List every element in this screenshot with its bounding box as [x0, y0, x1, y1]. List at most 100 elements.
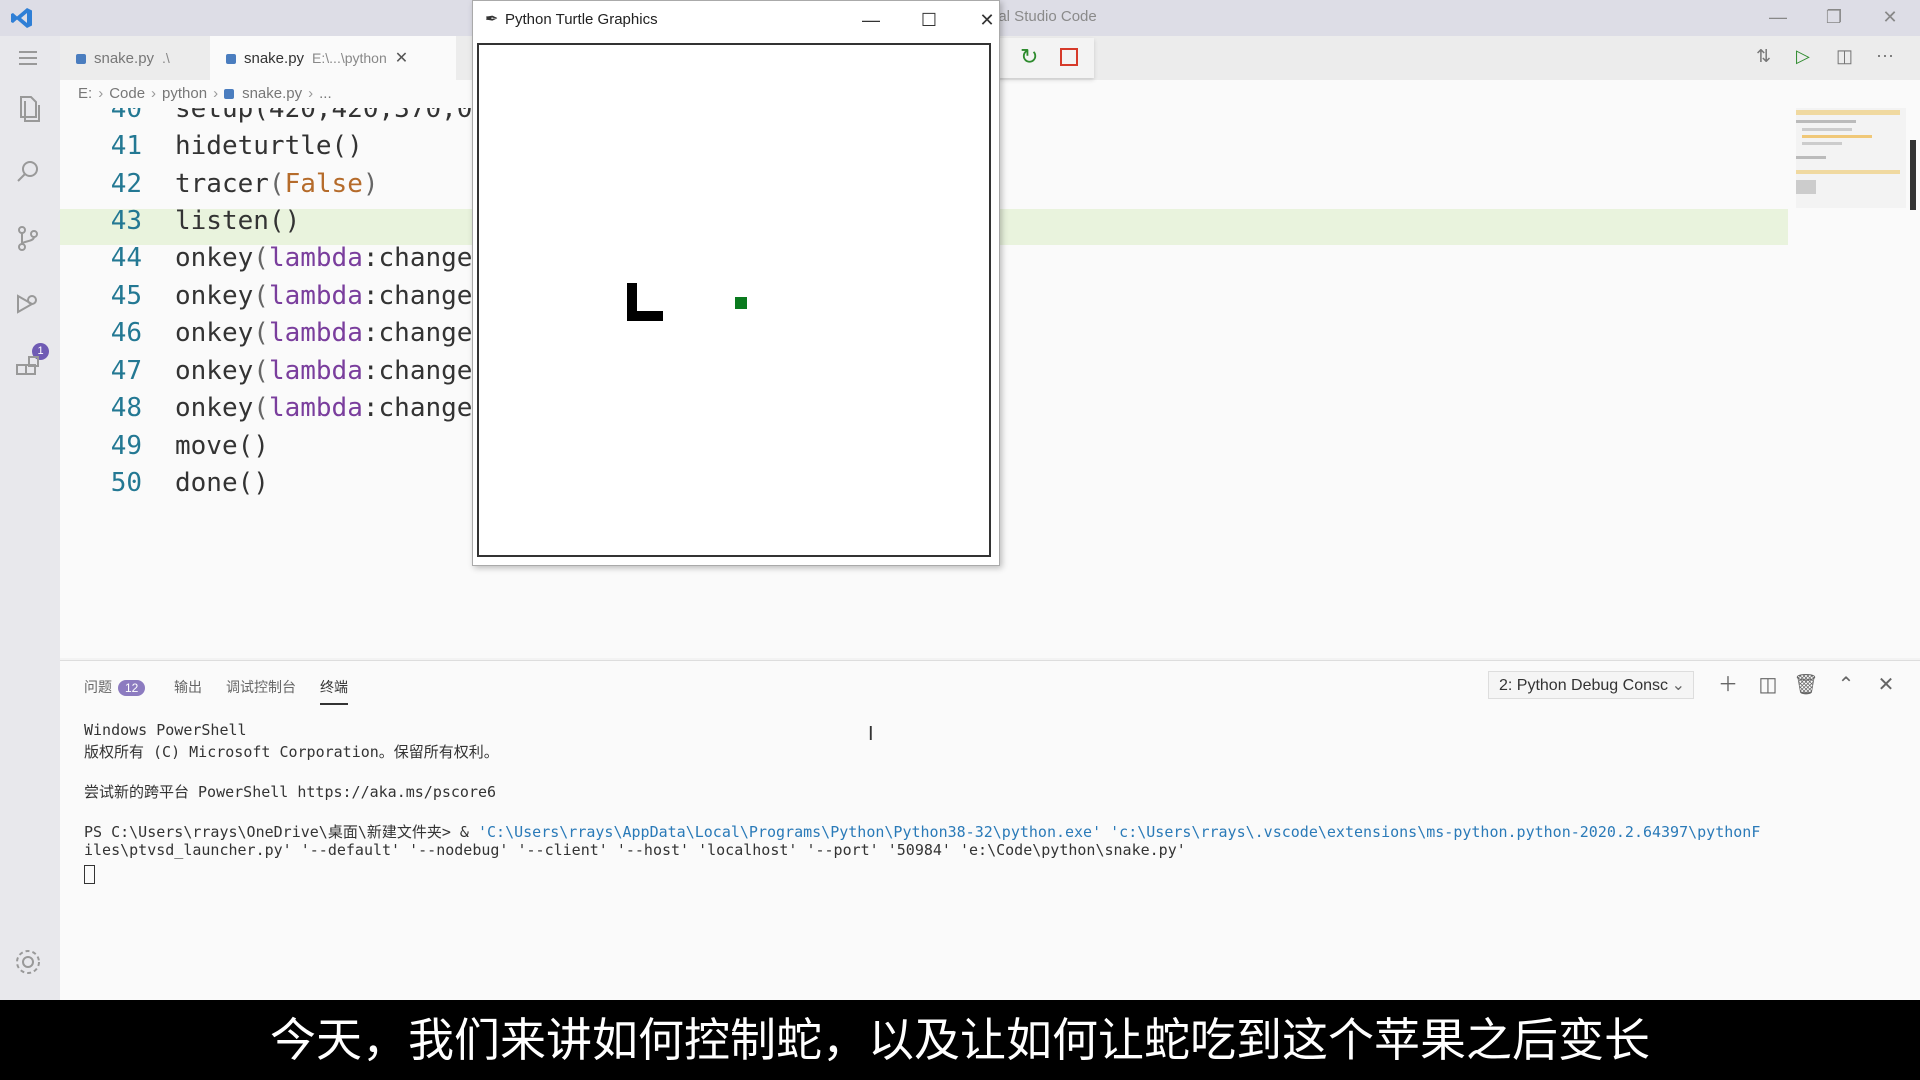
minimap[interactable] — [1796, 108, 1906, 208]
terminal-select[interactable]: 2: Python Debug Consc ⌄ — [1488, 671, 1694, 699]
code-text: :change( — [362, 393, 489, 423]
tab-terminal[interactable]: 终端 — [320, 677, 348, 705]
scrollbar[interactable] — [1910, 140, 1916, 210]
turtle-minimize-button[interactable]: — — [851, 5, 891, 35]
code-keyword: lambda — [268, 356, 363, 386]
code-fn: onkey — [175, 318, 254, 348]
debug-toolbar: ↻ — [998, 38, 1094, 78]
video-subtitle: 今天，我们来讲如何控制蛇，以及让如何让蛇吃到这个苹果之后变长 — [0, 1000, 1920, 1080]
open-changes-icon[interactable]: ⇅ — [1756, 46, 1786, 76]
breadcrumb-drive[interactable]: E: — [60, 80, 92, 108]
more-actions-icon[interactable]: ⋯ — [1876, 46, 1906, 76]
code-text: move() — [175, 431, 269, 461]
code-line[interactable]: 43 listen() — [60, 203, 301, 240]
code-line[interactable]: 47 onkey(lambda:change( — [60, 353, 488, 390]
code-line[interactable]: 48 onkey(lambda:change( — [60, 390, 488, 427]
terminal-command-line: PS C:\Users\rrays\OneDrive\桌面\新建文件夹> & '… — [84, 821, 1760, 842]
extensions-icon[interactable] — [12, 352, 48, 388]
tab-problems-label: 问题 — [84, 679, 112, 695]
menu-icon[interactable] — [12, 42, 48, 78]
kill-terminal-icon[interactable]: 🗑 — [1792, 671, 1820, 699]
line-number: 40 — [110, 108, 142, 124]
activity-bar: 1 — [0, 36, 60, 1000]
run-file-icon[interactable]: ▷ — [1796, 46, 1826, 76]
close-panel-icon[interactable]: ✕ — [1872, 671, 1900, 699]
stop-icon[interactable] — [1060, 48, 1078, 66]
chevron-down-icon: ⌄ — [1671, 677, 1685, 694]
python-file-icon — [76, 54, 86, 65]
chevron-right-icon: › — [213, 85, 219, 102]
turtle-graphics-window[interactable]: ✒ Python Turtle Graphics — ☐ ✕ — [472, 0, 1000, 566]
code-line[interactable]: 42 tracer(False) — [60, 166, 379, 203]
code-text: setup(420,420,370,0) — [175, 108, 489, 124]
minimize-window-button[interactable]: — — [1750, 0, 1806, 36]
tab-output[interactable]: 输出 — [174, 677, 202, 697]
chevron-right-icon: › — [98, 85, 104, 102]
code-keyword: lambda — [268, 393, 363, 423]
code-constant: False — [284, 169, 363, 199]
code-text: done() — [175, 468, 269, 498]
code-fn: onkey — [175, 393, 254, 423]
split-terminal-icon[interactable]: ◫ — [1754, 671, 1782, 699]
code-line[interactable]: 49 move() — [60, 428, 269, 465]
code-text: :change( — [362, 281, 489, 311]
breadcrumb-code[interactable]: Code — [109, 80, 145, 108]
code-keyword: lambda — [268, 318, 363, 348]
turtle-canvas[interactable] — [477, 43, 991, 557]
terminal-line: 版权所有 (C) Microsoft Corporation。保留所有权利。 — [84, 743, 499, 761]
tab-label: snake.py — [94, 50, 155, 67]
breadcrumb-file[interactable]: snake.py — [242, 80, 302, 108]
code-fn: tracer — [175, 169, 269, 199]
tab-snake-root[interactable]: snake.py .\ — [60, 36, 226, 80]
close-window-button[interactable]: ✕ — [1862, 0, 1918, 36]
tab-description: .\ — [162, 50, 170, 66]
turtle-maximize-button[interactable]: ☐ — [909, 5, 949, 35]
line-number: 46 — [110, 318, 142, 348]
code-text: :change( — [362, 243, 489, 273]
restore-window-button[interactable]: ❐ — [1806, 0, 1862, 36]
line-number: 47 — [110, 356, 142, 386]
terminal-line: 尝试新的跨平台 PowerShell https://aka.ms/pscore… — [84, 783, 497, 801]
chevron-right-icon: › — [308, 85, 314, 102]
line-number: 45 — [110, 281, 142, 311]
problems-badge: 12 — [118, 680, 146, 696]
line-number: 41 — [110, 131, 142, 161]
settings-gear-icon[interactable] — [12, 946, 48, 982]
new-terminal-icon[interactable]: ＋ — [1714, 671, 1742, 699]
run-debug-icon[interactable] — [12, 288, 48, 324]
tab-problems[interactable]: 问题 12 — [84, 677, 146, 697]
code-line[interactable]: 41 hideturtle() — [60, 128, 363, 165]
source-control-icon[interactable] — [12, 222, 48, 258]
terminal-cursor[interactable] — [84, 865, 95, 884]
code-line[interactable]: 44 onkey(lambda:change( — [60, 240, 488, 277]
code-keyword: lambda — [268, 281, 363, 311]
code-keyword: lambda — [268, 243, 363, 273]
code-line[interactable]: 50 done() — [60, 465, 269, 502]
restart-icon[interactable]: ↻ — [1020, 44, 1038, 70]
explorer-icon[interactable] — [12, 92, 48, 128]
tab-snake-python[interactable]: snake.py E:\...\python ✕ — [210, 36, 456, 80]
line-number: 44 — [110, 243, 142, 273]
turtle-close-button[interactable]: ✕ — [967, 5, 1007, 35]
code-fn: onkey — [175, 356, 254, 386]
tab-description: E:\...\python — [312, 50, 387, 66]
code-line[interactable]: 46 onkey(lambda:change( — [60, 315, 488, 352]
line-number: 43 — [110, 206, 142, 236]
code-line[interactable]: 45 onkey(lambda:change( — [60, 278, 488, 315]
python-file-icon — [226, 54, 236, 65]
search-icon[interactable] — [12, 156, 48, 192]
code-line[interactable]: 40 setup(420,420,370,0) — [60, 108, 488, 128]
tab-debug-console[interactable]: 调试控制台 — [226, 677, 296, 697]
split-editor-icon[interactable]: ◫ — [1836, 46, 1866, 76]
snake — [627, 283, 663, 321]
tab-close-icon[interactable]: ✕ — [395, 50, 408, 67]
bottom-panel: 问题 12 输出 调试控制台 终端 2: Python Debug Consc ⌄ … — [60, 660, 1920, 1001]
code-text: listen() — [175, 206, 301, 236]
maximize-panel-icon[interactable]: ⌃ — [1832, 671, 1860, 699]
chevron-right-icon: › — [151, 85, 157, 102]
mouse-ibeam-icon: I — [868, 723, 874, 745]
line-number: 50 — [110, 468, 142, 498]
terminal-line: iles\ptvsd_launcher.py' '--default' '--n… — [84, 841, 1186, 859]
breadcrumb-python[interactable]: python — [162, 80, 207, 108]
breadcrumb-symbol[interactable]: ... — [319, 80, 332, 108]
